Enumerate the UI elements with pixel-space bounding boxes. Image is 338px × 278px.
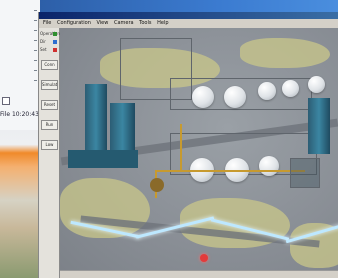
- blue-tower-right: [308, 98, 330, 154]
- storage-tank: [258, 82, 276, 100]
- storage-tank: [308, 76, 325, 93]
- simulation-window: File Configuration View Camera Tools Hel…: [38, 12, 338, 278]
- 3d-viewport[interactable]: [60, 28, 338, 278]
- color-swatch[interactable]: [2, 97, 10, 105]
- storage-tank: [224, 86, 246, 108]
- low-billet-button[interactable]: Low Billet: [41, 140, 58, 150]
- window-titlebar[interactable]: [39, 12, 338, 19]
- equipment-rack: [290, 158, 320, 188]
- reset-button[interactable]: Reset: [41, 100, 58, 110]
- conn-button[interactable]: Conn: [41, 60, 58, 70]
- pipeline: [155, 170, 305, 172]
- status-dot-blue: [53, 40, 57, 44]
- menu-camera[interactable]: Camera: [114, 20, 134, 26]
- run-button[interactable]: Run: [41, 120, 58, 130]
- status-bar: [60, 270, 338, 278]
- menu-configuration[interactable]: Configuration: [57, 20, 91, 26]
- status-dot-green: [53, 32, 57, 36]
- pipeline: [180, 124, 182, 170]
- side-toolbar: Operation Dir Set Conn Simulation Reset …: [39, 28, 60, 278]
- storage-tank: [192, 86, 214, 108]
- position-marker[interactable]: [200, 254, 208, 262]
- status-dot-red: [53, 48, 57, 52]
- toolbar-label-dir: Dir: [40, 39, 46, 44]
- blue-building: [110, 103, 135, 153]
- storage-tank: [282, 80, 299, 97]
- blue-base: [68, 150, 138, 168]
- simulation-button[interactable]: Simulation: [41, 80, 58, 90]
- toolbar-label-set: Set: [40, 47, 47, 52]
- menu-file[interactable]: File: [43, 20, 51, 26]
- menu-view[interactable]: View: [96, 20, 108, 26]
- ground-patch: [240, 38, 330, 68]
- menu-tools[interactable]: Tools: [139, 20, 151, 26]
- background-status-text: File 10:20:43: [0, 111, 38, 118]
- pump-unit: [150, 178, 164, 192]
- menu-help[interactable]: Help: [157, 20, 168, 26]
- storage-tank: [259, 156, 279, 176]
- background-window: File 10:20:43: [0, 0, 41, 130]
- blue-tower: [85, 84, 107, 154]
